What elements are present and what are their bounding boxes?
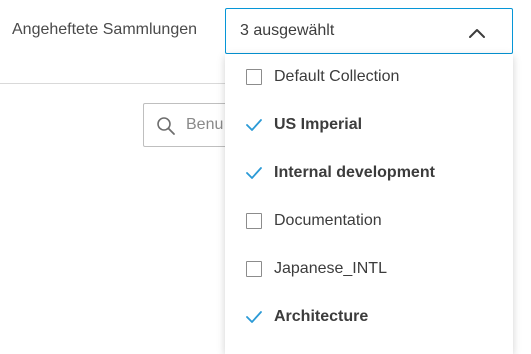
checkmark-icon[interactable] bbox=[245, 310, 263, 324]
option-documentation[interactable]: Documentation bbox=[225, 198, 513, 246]
option-label: Architecture bbox=[274, 308, 369, 325]
option-label: Default Collection bbox=[274, 68, 400, 85]
search-placeholder: Benu bbox=[186, 116, 224, 133]
option-label: Japanese_INTL bbox=[274, 260, 387, 277]
checkmark-icon[interactable] bbox=[245, 118, 263, 132]
collections-dropdown: Default Collection US Imperial Internal … bbox=[225, 54, 513, 354]
option-label: Documentation bbox=[274, 212, 382, 229]
select-value: 3 ausgewählt bbox=[240, 22, 335, 39]
chevron-up-icon[interactable] bbox=[468, 26, 486, 38]
checkbox-icon[interactable] bbox=[246, 261, 262, 277]
divider bbox=[0, 83, 228, 84]
checkmark-icon[interactable] bbox=[245, 166, 263, 180]
option-japanese-intl[interactable]: Japanese_INTL bbox=[225, 246, 513, 294]
option-us-imperial[interactable]: US Imperial bbox=[225, 102, 513, 150]
pinned-collections-label: Angeheftete Sammlungen bbox=[12, 21, 198, 38]
option-label: Internal development bbox=[274, 164, 435, 181]
option-default-collection[interactable]: Default Collection bbox=[225, 54, 513, 102]
option-architecture[interactable]: Architecture bbox=[225, 294, 513, 342]
checkbox-icon[interactable] bbox=[246, 213, 262, 229]
search-icon bbox=[156, 116, 176, 136]
checkbox-icon[interactable] bbox=[246, 69, 262, 85]
collections-select[interactable]: 3 ausgewählt bbox=[225, 8, 513, 54]
option-label: US Imperial bbox=[274, 116, 363, 133]
option-internal-development[interactable]: Internal development bbox=[225, 150, 513, 198]
